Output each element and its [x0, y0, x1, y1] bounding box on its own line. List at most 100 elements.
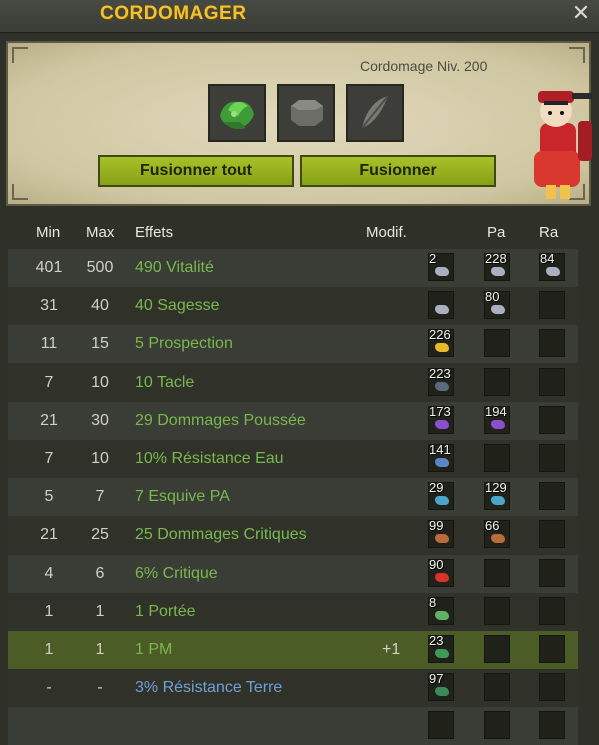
rune-count: 23: [429, 633, 444, 648]
rune-icon: [435, 534, 449, 544]
min-value: 1: [44, 602, 54, 620]
rune-slot-ra[interactable]: [539, 635, 565, 663]
rune-slot-ra[interactable]: [539, 520, 565, 549]
table-row[interactable]: 5 7 7 Esquive PA 29 129: [8, 478, 578, 517]
rune-icon: [435, 496, 449, 506]
max-value: 10: [91, 373, 109, 391]
rune-slot-base[interactable]: 223: [428, 366, 454, 396]
rune-count: 2: [429, 251, 437, 266]
rune-count: 80: [485, 289, 500, 305]
rune-slot-pa[interactable]: 228: [484, 251, 510, 281]
table-row[interactable]: 7 10 10 Tacle 223: [8, 363, 578, 402]
column-header-pa: Pa: [487, 224, 506, 241]
effects-table: Min Max Effets Modif. Pa Ra 401 500 490 Vi…: [8, 224, 591, 745]
rune-slot-ra[interactable]: [539, 711, 565, 740]
table-row[interactable]: 11 15 5 Prospection 226: [8, 325, 578, 364]
max-value: 6: [95, 564, 105, 582]
rune-slot-pa[interactable]: [484, 367, 510, 396]
rune-slot-pa[interactable]: [484, 596, 510, 625]
table-row[interactable]: 21 25 25 Dommages Critiques 99 66: [8, 516, 578, 555]
profession-level: Cordomage Niv. 200: [360, 58, 488, 74]
rune-count: 226: [429, 327, 451, 343]
rune-slot-pa[interactable]: [484, 558, 510, 587]
table-row[interactable]: 401 500 490 Vitalité 2 228 84: [8, 249, 578, 287]
max-value: 10: [91, 450, 109, 467]
rune-slot-pa[interactable]: 194: [484, 404, 510, 434]
feather-slot-icon: [361, 95, 389, 129]
column-header-max: Max: [86, 224, 115, 241]
rune-slot-base[interactable]: [428, 291, 454, 320]
rune-count: 90: [429, 556, 444, 572]
rune-icon: [435, 610, 449, 620]
rune-slot-base[interactable]: [428, 711, 454, 740]
table-row[interactable]: [8, 707, 578, 745]
table-row[interactable]: 7 10 10% Résistance Eau 141: [8, 440, 578, 478]
rune-slot-base[interactable]: 141: [428, 442, 454, 472]
rune-icon: [491, 534, 505, 544]
rune-count: 8: [429, 594, 437, 610]
rune-slot-ra[interactable]: [539, 596, 565, 625]
rune-slot-ra[interactable]: [539, 558, 565, 587]
rune-slot-ra[interactable]: [539, 367, 565, 396]
table-row[interactable]: 4 6 6% Critique 90: [8, 554, 578, 593]
rune-slot-base[interactable]: 173: [428, 404, 454, 434]
fuse-button[interactable]: Fusionner: [300, 155, 496, 187]
table-row[interactable]: 1 1 1 PM +1 23: [8, 631, 578, 669]
item-slot[interactable]: [208, 84, 266, 142]
rune-slot-pa[interactable]: 80: [484, 289, 510, 320]
effect-label: 5 Prospection: [135, 335, 233, 353]
min-value: -: [46, 679, 52, 697]
rune-slot-base[interactable]: 99: [428, 518, 454, 549]
table-row[interactable]: 21 30 29 Dommages Poussée 173 194: [8, 401, 578, 440]
rune-slot-ra[interactable]: [539, 329, 565, 358]
min-value: 401: [35, 259, 63, 276]
close-icon[interactable]: ✕: [570, 2, 592, 26]
max-value: -: [97, 679, 103, 697]
rune-slot-pa[interactable]: [484, 329, 510, 358]
rune-slot-base[interactable]: 90: [428, 556, 454, 587]
rune-slot-pa[interactable]: 129: [484, 480, 510, 511]
item-slot-icon: [220, 101, 254, 130]
feather-slot[interactable]: [346, 84, 404, 142]
rune-slot[interactable]: [277, 84, 335, 142]
fuse-all-button[interactable]: Fusionner tout: [98, 155, 294, 187]
rune-slot-pa[interactable]: [484, 635, 510, 663]
rune-slot-ra[interactable]: [539, 482, 565, 511]
rune-slot-base[interactable]: 97: [428, 671, 454, 702]
max-value: 7: [95, 488, 105, 506]
table-row[interactable]: 1 1 1 Portée 8: [8, 592, 578, 631]
rune-icon: [435, 305, 449, 315]
rune-count: 228: [485, 251, 507, 266]
table-row[interactable]: 31 40 40 Sagesse 80: [8, 287, 578, 326]
max-value: 1: [95, 641, 105, 658]
rune-slot-pa[interactable]: [484, 444, 510, 472]
rune-slot-ra[interactable]: [539, 405, 565, 434]
rune-count: 29: [429, 480, 444, 496]
rune-slot-ra[interactable]: 84: [539, 251, 565, 281]
max-value: 1: [95, 602, 105, 620]
rune-slot-ra[interactable]: [539, 291, 565, 320]
rune-icon: [546, 267, 560, 276]
rune-slot-base[interactable]: 2: [428, 251, 454, 281]
min-value: 21: [40, 411, 58, 429]
rune-icon: [435, 381, 449, 391]
table-row[interactable]: - - 3% Résistance Terre 97: [8, 669, 578, 708]
rune-slot-ra[interactable]: [539, 444, 565, 472]
rune-icon: [491, 419, 505, 429]
rune-slot-ra[interactable]: [539, 673, 565, 702]
rune-slot-pa[interactable]: [484, 673, 510, 702]
rune-slot-pa[interactable]: 66: [484, 518, 510, 549]
rune-slot-base[interactable]: 29: [428, 480, 454, 511]
rune-icon: [435, 687, 449, 697]
min-value: 4: [44, 564, 54, 582]
rune-slot-base[interactable]: 226: [428, 327, 454, 358]
title-bar: CORDOMAGER ✕: [0, 0, 599, 33]
rune-icon: [435, 267, 449, 276]
column-header-min: Min: [36, 224, 61, 241]
rune-slot-base[interactable]: 23: [428, 633, 454, 663]
rune-slot-pa[interactable]: [484, 711, 510, 740]
corner-ornament: [569, 47, 585, 63]
rune-icon: [435, 458, 449, 467]
rune-slot-base[interactable]: 8: [428, 594, 454, 625]
window-title: CORDOMAGER: [100, 3, 247, 24]
